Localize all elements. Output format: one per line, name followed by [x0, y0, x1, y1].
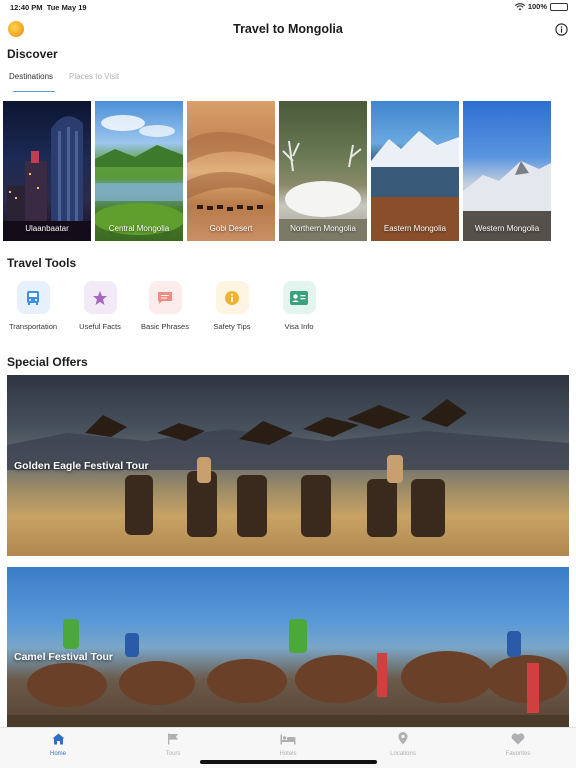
id-card-icon	[290, 290, 308, 305]
camel-festival-image	[7, 619, 569, 728]
page-title: Travel to Mongolia	[233, 22, 343, 36]
tab-home[interactable]: Home	[28, 732, 88, 757]
discover-tabs: Destinations Places to Visit	[7, 72, 133, 92]
tool-safety-tips[interactable]: Safety Tips	[199, 281, 265, 331]
landscape-image	[95, 115, 183, 235]
bed-icon	[280, 734, 296, 745]
destination-label: Western Mongolia	[474, 224, 540, 233]
reindeer-image	[279, 140, 367, 241]
bus-icon	[27, 290, 39, 305]
destination-label: Gobi Desert	[209, 224, 253, 233]
tab-label: Home	[49, 751, 66, 757]
tab-label: Tours	[165, 751, 181, 757]
tab-destinations[interactable]: Destinations	[7, 72, 57, 92]
status-indicators: 100%	[514, 2, 568, 11]
snowy-peaks-image	[463, 161, 551, 241]
status-date: Tue May 19	[46, 3, 87, 12]
destination-card-central-mongolia[interactable]: Central Mongolia	[95, 101, 183, 241]
tool-label: Visa Info	[284, 322, 314, 331]
destination-card-gobi-desert[interactable]: Gobi Desert	[187, 101, 275, 241]
city-skyline-image	[3, 116, 91, 241]
tab-label: Hotels	[279, 751, 297, 757]
tab-places-to-visit[interactable]: Places to Visit	[67, 72, 123, 92]
tool-icon-container	[148, 281, 182, 314]
offer-card-camel-festival[interactable]: Camel Festival Tour	[7, 567, 569, 728]
home-indicator[interactable]	[200, 760, 377, 764]
status-clock: 12:40 PM	[10, 3, 43, 12]
chat-bubble-icon	[158, 291, 172, 304]
destination-label: Northern Mongolia	[290, 224, 356, 233]
tool-label: Safety Tips	[213, 322, 251, 331]
star-icon	[93, 290, 107, 305]
tool-label: Basic Phrases	[141, 322, 189, 331]
tab-favorites[interactable]: Favorites	[488, 732, 548, 757]
heart-icon	[511, 733, 525, 745]
offer-label: Camel Festival Tour	[14, 651, 114, 663]
home-icon	[52, 733, 64, 745]
tab-hotels[interactable]: Hotels	[258, 732, 318, 757]
tool-useful-facts[interactable]: Useful Facts	[67, 281, 133, 331]
status-time: 12:40 PM Tue May 19	[10, 3, 87, 12]
tool-icon-container	[215, 281, 249, 314]
tool-basic-phrases[interactable]: Basic Phrases	[132, 281, 198, 331]
tool-label: Useful Facts	[79, 322, 121, 331]
status-bar: 12:40 PM Tue May 19 100%	[0, 0, 576, 14]
tool-icon-container	[282, 281, 316, 314]
destination-card-ulaanbaatar[interactable]: Ulaanbaatar	[3, 101, 91, 241]
wifi-icon	[514, 2, 525, 10]
destination-label: Central Mongolia	[108, 224, 170, 233]
travel-tools-title: Travel Tools	[7, 256, 77, 270]
tab-label: Locations	[390, 751, 416, 757]
battery-percent: 100%	[527, 2, 547, 11]
tool-icon-container	[83, 281, 117, 314]
discover-title: Discover	[7, 47, 58, 61]
tool-label: Transportation	[8, 322, 58, 331]
destinations-carousel[interactable]: Ulaanbaatar Central Mongolia Gobi Desert	[3, 101, 551, 241]
special-offers-title: Special Offers	[7, 355, 88, 369]
map-pin-icon	[398, 732, 408, 745]
info-icon[interactable]	[555, 23, 568, 36]
tab-locations[interactable]: Locations	[373, 732, 433, 757]
destination-label: Eastern Mongolia	[383, 224, 447, 233]
desert-dunes-image	[187, 131, 275, 211]
tool-visa-info[interactable]: Visa Info	[266, 281, 332, 331]
flag-icon	[168, 733, 178, 745]
destination-card-western-mongolia[interactable]: Western Mongolia	[463, 101, 551, 241]
offer-card-golden-eagle-festival[interactable]: Golden Eagle Festival Tour	[7, 375, 569, 556]
mountains-image	[371, 131, 459, 241]
info-circle-icon	[225, 290, 239, 305]
destination-card-eastern-mongolia[interactable]: Eastern Mongolia	[371, 101, 459, 241]
nav-bar: Travel to Mongolia	[0, 14, 576, 44]
tool-icon-container	[16, 281, 50, 314]
destination-label: Ulaanbaatar	[25, 224, 69, 233]
tab-label: Favorites	[505, 751, 531, 757]
tab-tours[interactable]: Tours	[143, 732, 203, 757]
tool-transportation[interactable]: Transportation	[0, 281, 66, 331]
battery-icon	[550, 2, 568, 11]
bottom-tab-bar: Home Tours Hotels Locations Favorites	[0, 727, 576, 768]
destination-card-northern-mongolia[interactable]: Northern Mongolia	[279, 101, 367, 241]
offer-label: Golden Eagle Festival Tour	[14, 460, 149, 472]
